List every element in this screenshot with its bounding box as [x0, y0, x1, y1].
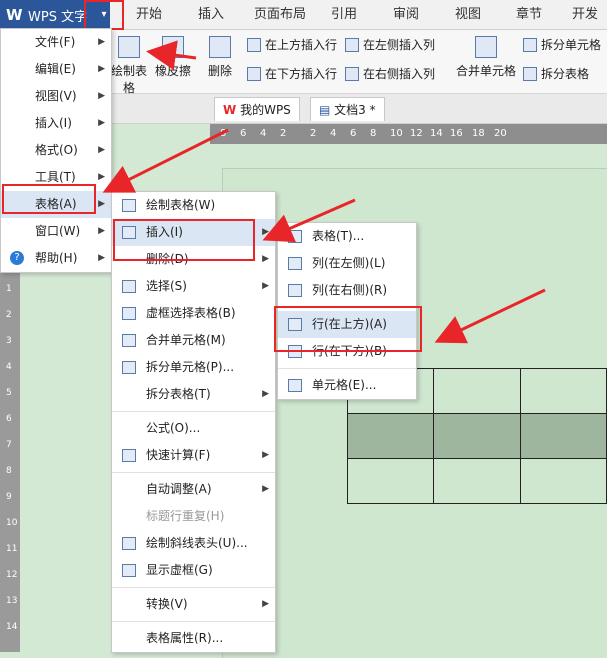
- annotation-arrows: [102, 40, 546, 344]
- arrow-icon: [434, 288, 546, 344]
- arrow-icon: [102, 128, 229, 193]
- arrow-icon: [146, 40, 197, 71]
- arrow-icon: [262, 198, 356, 243]
